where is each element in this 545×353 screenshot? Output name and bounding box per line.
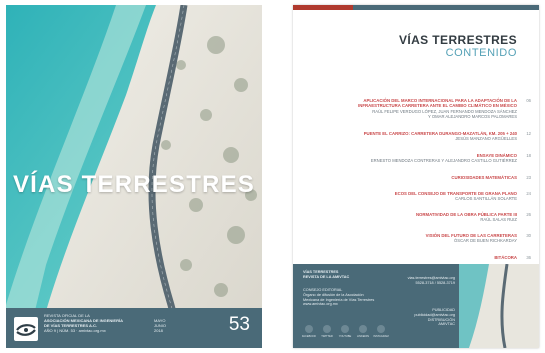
magazine-cover: VÍAS TERRESTRES REVISTA OFICIAL DE LA AS… [6, 5, 262, 348]
social-label: INSTAGRAM [373, 335, 389, 338]
footer-contact: vias.terrestres@amivtac.org 5528-3718 / … [385, 276, 455, 286]
footer-right-line: AMIVTAC [438, 322, 455, 327]
entry-author: JESÚS MANZANO ARGÜELLES [455, 136, 517, 142]
cover-org-line: AÑO 9 | NÚM. 53 · amivtac.org.mx [44, 328, 106, 333]
top-bar-accent [293, 5, 353, 10]
toc-entry[interactable]: BITÁCORA 36 [317, 255, 531, 260]
entry-author: RAÚL SALAS RUIZ [480, 217, 517, 223]
footer-info-line: Órgano de difusión de la Asociación [303, 292, 364, 297]
social-label: FACEBOOK [301, 335, 317, 338]
social-label: LINKEDIN [357, 335, 369, 338]
page-title: VÍAS TERRESTRES [398, 33, 517, 47]
footer-info-line: www.amivtac.org.mx [303, 302, 338, 307]
entry-page: 06 [526, 98, 531, 103]
issue-number: 53 [228, 314, 250, 335]
contents-page: VÍAS TERRESTRES CONTENIDO APLICACIÓN DEL… [293, 5, 539, 348]
instagram-icon[interactable] [377, 325, 385, 333]
cover-title: VÍAS TERRESTRES [12, 171, 256, 198]
footer-info: CONSEJO EDITORIAL Órgano de difusión de … [303, 288, 374, 307]
entry-title: BITÁCORA [494, 255, 517, 260]
contents-footer: VÍAS TERRESTRES REVISTA DE LA AMIVTAC CO… [293, 264, 539, 348]
entry-page: 36 [526, 255, 531, 260]
toc-entry[interactable]: PUENTE EL CARRIZO: CARRETERA DURANGO-MAZ… [317, 131, 531, 142]
facebook-icon[interactable] [305, 325, 313, 333]
entry-title: CURIOSIDADES MATEMÁTICAS [451, 175, 517, 180]
toc-entry[interactable]: ENSAYE DINÁMICO ERNESTO MENDOZA CONTRERA… [317, 153, 531, 164]
entry-page: 12 [526, 131, 531, 136]
linkedin-icon[interactable] [359, 325, 367, 333]
entry-author: ERNESTO MENDOZA CONTRERAS Y ALEJANDRO CA… [370, 158, 517, 164]
cover-date-line: 2018 [154, 328, 163, 333]
entry-page: 23 [526, 175, 531, 180]
page-subtitle: CONTENIDO [445, 47, 517, 59]
youtube-icon[interactable] [341, 325, 349, 333]
twitter-icon[interactable] [323, 325, 331, 333]
entry-page: 24 [526, 191, 531, 196]
cover-date: MAYO JUNIO 2018 [154, 318, 184, 333]
top-bar [293, 5, 539, 10]
amivtac-logo-icon [14, 317, 38, 341]
cover-org-info: REVISTA OFICIAL DE LA ASOCIACIÓN MEXICAN… [44, 313, 132, 333]
entry-page: 30 [526, 233, 531, 238]
social-label: TWITTER [321, 335, 333, 338]
toc-entry[interactable]: ECOS DEL CONSEJO DE TRANSPORTE DE GRANA … [317, 191, 531, 202]
cover-footer: REVISTA OFICIAL DE LA ASOCIACIÓN MEXICAN… [6, 308, 262, 348]
footer-contact-line: 5528-3718 / 5528-3719 [415, 280, 455, 285]
footer-brand: VÍAS TERRESTRES REVISTA DE LA AMIVTAC [303, 270, 349, 280]
toc-entry[interactable]: CURIOSIDADES MATEMÁTICAS 23 [317, 175, 531, 180]
entry-page: 18 [526, 153, 531, 158]
entry-author: Y OMAR ALEJANDRO MARCOS PALOMARES [428, 114, 517, 120]
toc-entry[interactable]: NORMATIVIDAD DE LA OBRA PÚBLICA PARTE II… [317, 212, 531, 223]
footer-right-info: PUBLICIDAD publicidad@amivtac.org DISTRI… [385, 308, 455, 327]
toc-entry[interactable]: APLICACIÓN DEL MARCO INTERNACIONAL PARA … [317, 98, 531, 120]
footer-beach-photo [459, 264, 539, 348]
toc-entry[interactable]: VISIÓN DEL FUTURO DE LAS CARRETERAS ÓSCA… [317, 233, 531, 244]
entry-author: CARLOS SANTILLÁN SOLARTE [455, 196, 517, 202]
social-label: YOUTUBE [338, 335, 352, 338]
entry-page: 26 [526, 212, 531, 217]
entry-author: ÓSCAR DE BUEN RICHKARDAY [454, 238, 517, 244]
footer-brand-line: REVISTA DE LA AMIVTAC [303, 274, 350, 279]
